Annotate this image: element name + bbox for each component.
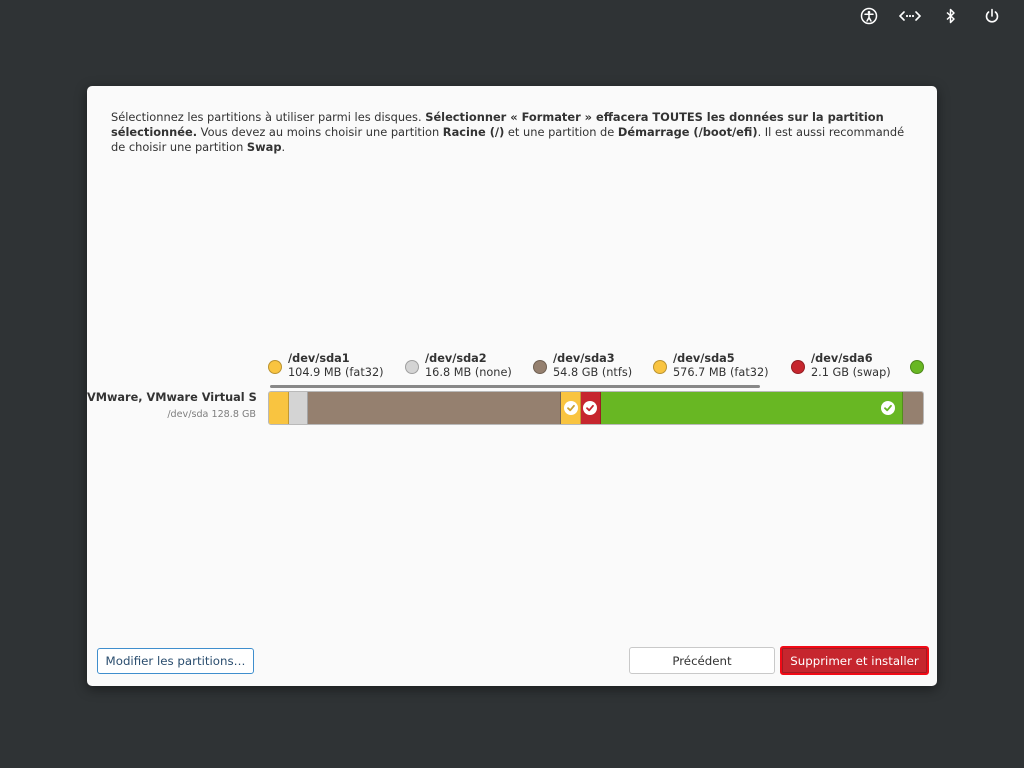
legend-item-sda1[interactable]: /dev/sda1 104.9 MB (fat32) [268,352,384,380]
accessibility-icon[interactable] [848,5,889,27]
network-icon[interactable] [889,5,930,27]
instructions-part: et une partition de [504,125,618,139]
partition-color-dot [791,360,805,374]
power-icon[interactable] [971,5,1012,27]
legend-partition-name: /dev/sda1 [288,352,350,365]
partition-segment[interactable] [288,392,309,424]
boot-partition-label: Démarrage (/boot/efi) [617,125,758,139]
partition-color-dot [533,360,547,374]
instructions-part: Sélectionnez les partitions à utiliser p… [111,110,426,124]
instructions-part: Vous devez au moins choisir une partitio… [197,125,443,139]
disk-label: VMware, VMware Virtual S /dev/sda 128.8 … [87,391,256,420]
partition-color-dot [268,360,282,374]
partition-segment[interactable] [580,392,601,424]
legend-partition-info: 16.8 MB (none) [425,366,512,379]
partition-legend: /dev/sda1 104.9 MB (fat32) /dev/sda2 16.… [268,352,927,388]
legend-partition-info: 54.8 GB (ntfs) [553,366,633,379]
checkmark-icon [881,401,896,415]
previous-button[interactable]: Précédent [629,647,775,674]
bluetooth-icon[interactable] [930,5,971,27]
disk-partition-bar [268,391,924,425]
erase-and-install-button[interactable]: Supprimer et installer [780,646,929,675]
root-partition-label: Racine (/) [442,125,505,139]
partition-segment[interactable] [903,392,923,424]
partition-segment[interactable] [600,392,904,424]
legend-partition-name: /dev/sda5 [673,352,735,365]
legend-item-sda5[interactable]: /dev/sda5 576.7 MB (fat32) [653,352,769,380]
partition-color-dot [405,360,419,374]
legend-item-sda6[interactable]: /dev/sda6 2.1 GB (swap) [791,352,891,380]
top-panel-indicators [848,5,1012,27]
partition-color-dot [910,360,924,374]
legend-partition-name: /dev/sda2 [425,352,487,365]
checkmark-icon [563,401,578,415]
legend-partition-name: /dev/sda6 [811,352,873,365]
instructions-part: . [281,140,286,154]
legend-item-sda2[interactable]: /dev/sda2 16.8 MB (none) [405,352,512,380]
legend-item-sda3[interactable]: /dev/sda3 54.8 GB (ntfs) [533,352,632,380]
partition-segment[interactable] [561,392,581,424]
legend-item-next[interactable] [910,352,927,374]
partition-segment[interactable] [269,392,289,424]
disk-name: VMware, VMware Virtual S [87,391,256,404]
instructions-text: Sélectionnez les partitions à utiliser p… [111,110,921,155]
legend-partition-name: /dev/sda3 [553,352,615,365]
disk-device: /dev/sda 128.8 GB [167,409,256,420]
legend-partition-info: 576.7 MB (fat32) [673,366,769,379]
checkmark-icon [583,401,598,415]
partition-segment[interactable] [308,392,562,424]
partitioning-dialog: Sélectionnez les partitions à utiliser p… [87,86,937,686]
swap-partition-label: Swap [246,140,282,154]
legend-partition-info: 2.1 GB (swap) [811,366,891,379]
modify-partitions-button[interactable]: Modifier les partitions… [97,648,254,674]
partition-color-dot [653,360,667,374]
legend-scrollbar[interactable] [270,385,760,388]
legend-partition-info: 104.9 MB (fat32) [288,366,384,379]
